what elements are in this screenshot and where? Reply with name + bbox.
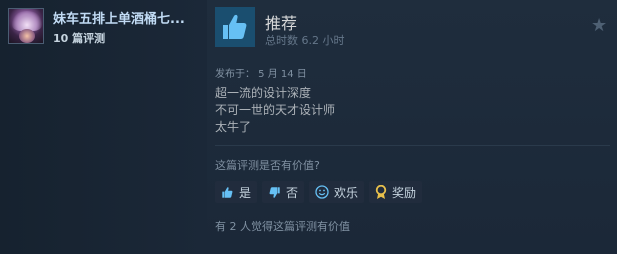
vote-no-label: 否 xyxy=(286,185,299,200)
award-label: 奖励 xyxy=(392,185,417,200)
award-button[interactable]: 奖励 xyxy=(369,181,423,203)
divider xyxy=(215,145,610,146)
review-line: 不可一世的天才设计师 xyxy=(215,103,336,117)
review-line: 超一流的设计深度 xyxy=(215,86,312,100)
author-review-count[interactable]: 10 篇评测 xyxy=(53,30,105,46)
award-icon xyxy=(375,184,387,200)
review-body: 超一流的设计深度 不可一世的天才设计师 太牛了 xyxy=(215,85,335,136)
found-helpful-count: 有 2 人觉得这篇评测有价值 xyxy=(215,220,350,233)
thumbs-up-icon xyxy=(215,7,255,47)
review-line: 太牛了 xyxy=(215,120,252,134)
smiley-icon xyxy=(315,185,329,199)
hours-played: 总时数 6.2 小时 xyxy=(265,34,345,47)
vote-funny-button[interactable]: 欢乐 xyxy=(309,181,365,203)
vote-funny-label: 欢乐 xyxy=(334,185,359,200)
thumbs-down-icon xyxy=(268,186,281,199)
star-icon[interactable]: ★ xyxy=(591,17,607,35)
vote-no-button[interactable]: 否 xyxy=(262,181,305,203)
thumbs-up-icon xyxy=(221,186,234,199)
vote-yes-button[interactable]: 是 xyxy=(215,181,258,203)
vote-yes-label: 是 xyxy=(239,185,252,200)
review-card: 妹车五排上单酒桶七... 10 篇评测 推荐 总时数 6.2 小时 ★ 发布于：… xyxy=(0,0,617,254)
author-name[interactable]: 妹车五排上单酒桶七... xyxy=(53,8,203,27)
avatar[interactable] xyxy=(8,8,44,44)
posted-date: 发布于： 5 月 14 日 xyxy=(215,69,307,80)
helpful-question: 这篇评测是否有价值? xyxy=(215,159,320,172)
verdict-title[interactable]: 推荐 xyxy=(265,10,297,34)
helpful-buttons: 是 否 欢乐 奖励 xyxy=(215,181,423,203)
author-panel: 妹车五排上单酒桶七... 10 篇评测 xyxy=(0,0,207,254)
